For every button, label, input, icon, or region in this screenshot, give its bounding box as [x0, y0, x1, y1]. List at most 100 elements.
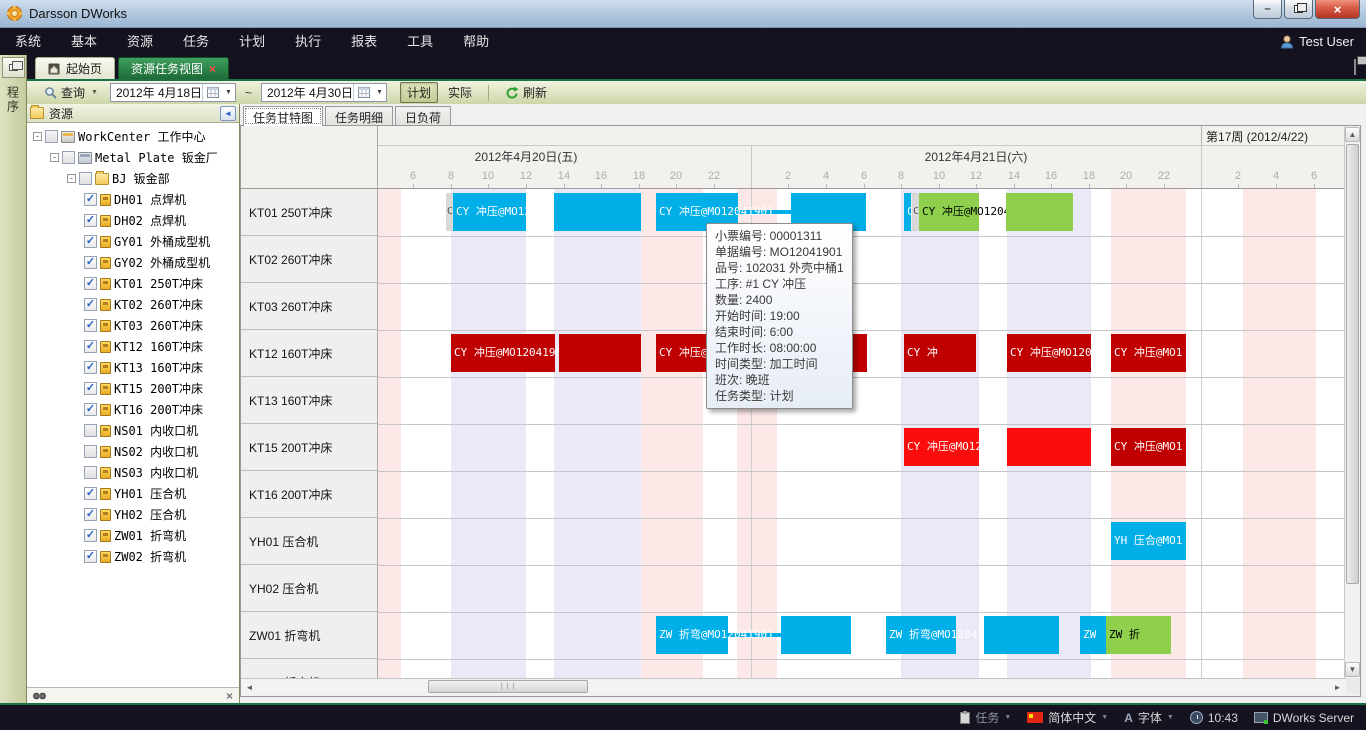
view-tab[interactable]: 任务明细: [325, 106, 393, 126]
horizontal-scrollbar[interactable]: ◄ | | | ►: [241, 678, 1346, 694]
date-dropdown-icon[interactable]: ▼: [373, 89, 386, 96]
checkbox[interactable]: ✓: [84, 298, 97, 311]
calendar-icon[interactable]: [353, 84, 373, 101]
task-bar[interactable]: CY 冲压@MO12041904: [451, 334, 555, 372]
statusbar-item[interactable]: A字体▼: [1124, 709, 1174, 726]
horizontal-scroll-thumb[interactable]: | | |: [428, 680, 588, 693]
checkbox[interactable]: ✓: [84, 550, 97, 563]
vertical-scroll-thumb[interactable]: [1346, 144, 1359, 584]
task-bar[interactable]: CY 冲压@MO1: [1111, 334, 1186, 372]
restore-button[interactable]: [1284, 0, 1313, 19]
calendar-icon[interactable]: [202, 84, 222, 101]
tree-item[interactable]: NS01 内收口机: [27, 420, 239, 441]
menu-item[interactable]: 系统: [0, 28, 56, 55]
view-tab[interactable]: 任务甘特图: [243, 106, 323, 126]
task-bar[interactable]: YH 压合@MO1: [1111, 522, 1186, 560]
tree-item[interactable]: ✓GY02 外桶成型机: [27, 252, 239, 273]
statusbar-item[interactable]: 10:43: [1190, 711, 1238, 725]
statusbar-item[interactable]: 简体中文▼: [1027, 709, 1108, 726]
tree-item[interactable]: ✓KT13 160T冲床: [27, 357, 239, 378]
checkbox[interactable]: [62, 151, 75, 164]
task-bar[interactable]: ZW 折弯@MO12041901: [886, 616, 956, 654]
checkbox[interactable]: ✓: [84, 361, 97, 374]
menu-item[interactable]: 报表: [336, 28, 392, 55]
task-bar[interactable]: ZW: [1080, 616, 1106, 654]
tree-item[interactable]: NS02 内收口机: [27, 441, 239, 462]
menu-item[interactable]: 基本: [56, 28, 112, 55]
checkbox[interactable]: ✓: [84, 319, 97, 332]
collapse-panel-button[interactable]: ◄: [220, 106, 236, 121]
minimize-button[interactable]: –: [1253, 0, 1282, 19]
checkbox[interactable]: ✓: [84, 382, 97, 395]
close-search-icon[interactable]: ×: [226, 689, 233, 703]
scroll-left-icon[interactable]: ◄: [242, 680, 257, 694]
menu-item[interactable]: 计划: [224, 28, 280, 55]
menu-item[interactable]: 工具: [392, 28, 448, 55]
checkbox[interactable]: ✓: [84, 193, 97, 206]
tree-item[interactable]: NS03 内收口机: [27, 462, 239, 483]
tree-item[interactable]: ✓ZW01 折弯机: [27, 525, 239, 546]
task-bar[interactable]: [554, 193, 641, 231]
task-bar[interactable]: CY 冲: [904, 334, 976, 372]
checkbox[interactable]: ✓: [84, 403, 97, 416]
expander-icon[interactable]: -: [33, 132, 42, 141]
checkbox[interactable]: [84, 445, 97, 458]
tab-close-icon[interactable]: ×: [209, 64, 216, 74]
task-bar[interactable]: CY 冲压@MO1: [1111, 428, 1186, 466]
menu-item[interactable]: 任务: [168, 28, 224, 55]
checkbox[interactable]: ✓: [84, 340, 97, 353]
search-dropdown-icon[interactable]: ▼: [91, 89, 98, 96]
vertical-scrollbar[interactable]: ▲ ▼: [1344, 126, 1360, 678]
menu-item[interactable]: 执行: [280, 28, 336, 55]
task-bar[interactable]: CY 冲压@MO12041903: [904, 428, 979, 466]
window-list-icon[interactable]: [1354, 60, 1356, 74]
tree-item[interactable]: ✓KT03 260T冲床: [27, 315, 239, 336]
tree-item[interactable]: ✓DH01 点焊机: [27, 189, 239, 210]
expander-icon[interactable]: -: [67, 174, 76, 183]
task-bar[interactable]: ZW 折: [1106, 616, 1171, 654]
tree-item[interactable]: ✓YH01 压合机: [27, 483, 239, 504]
close-button[interactable]: ×: [1315, 0, 1360, 19]
checkbox[interactable]: ✓: [84, 529, 97, 542]
tree-item[interactable]: ✓GY01 外桶成型机: [27, 231, 239, 252]
task-bar[interactable]: [1007, 428, 1091, 466]
tree-item[interactable]: ✓KT01 250T冲床: [27, 273, 239, 294]
task-bar[interactable]: ZW 折弯@MO12041901: [656, 616, 728, 654]
tree-item[interactable]: ✓YH02 压合机: [27, 504, 239, 525]
tab-home[interactable]: 起始页: [35, 57, 115, 79]
programs-dock-button[interactable]: [2, 57, 25, 78]
checkbox[interactable]: [79, 172, 92, 185]
task-bar[interactable]: CY 冲压@MO12041902: [919, 193, 979, 231]
checkbox[interactable]: ✓: [84, 508, 97, 521]
checkbox[interactable]: [45, 130, 58, 143]
search-button[interactable]: 查询 ▼: [37, 82, 105, 103]
statusbar-item[interactable]: 任务▼: [960, 709, 1011, 726]
task-bar[interactable]: [984, 616, 1059, 654]
scroll-right-icon[interactable]: ►: [1330, 680, 1345, 694]
task-bar[interactable]: C: [904, 193, 911, 231]
user-area[interactable]: Test User: [1280, 34, 1354, 49]
date-from-picker[interactable]: 2012年 4月18日 ▼: [110, 83, 236, 102]
statusbar-item[interactable]: DWorks Server: [1254, 711, 1354, 725]
view-tab[interactable]: 日负荷: [395, 106, 451, 126]
checkbox[interactable]: [84, 466, 97, 479]
task-bar[interactable]: [559, 334, 641, 372]
plan-toggle-button[interactable]: 计划: [400, 82, 438, 103]
tree-item[interactable]: ✓KT12 160T冲床: [27, 336, 239, 357]
tree-item[interactable]: ✓KT15 200T冲床: [27, 378, 239, 399]
scroll-down-icon[interactable]: ▼: [1345, 662, 1360, 677]
checkbox[interactable]: ✓: [84, 487, 97, 500]
tree-item[interactable]: -BJ 钣金部: [27, 168, 239, 189]
tree-item[interactable]: ✓DH02 点焊机: [27, 210, 239, 231]
refresh-button[interactable]: 刷新: [498, 82, 554, 103]
checkbox[interactable]: ✓: [84, 235, 97, 248]
scroll-up-icon[interactable]: ▲: [1345, 127, 1360, 142]
date-dropdown-icon[interactable]: ▼: [222, 89, 235, 96]
tree-item[interactable]: ✓KT16 200T冲床: [27, 399, 239, 420]
find-resource-icon[interactable]: [33, 691, 46, 701]
tree-item[interactable]: ✓KT02 260T冲床: [27, 294, 239, 315]
menu-item[interactable]: 帮助: [448, 28, 504, 55]
tree-item[interactable]: -WorkCenter 工作中心: [27, 126, 239, 147]
checkbox[interactable]: ✓: [84, 214, 97, 227]
menu-item[interactable]: 资源: [112, 28, 168, 55]
